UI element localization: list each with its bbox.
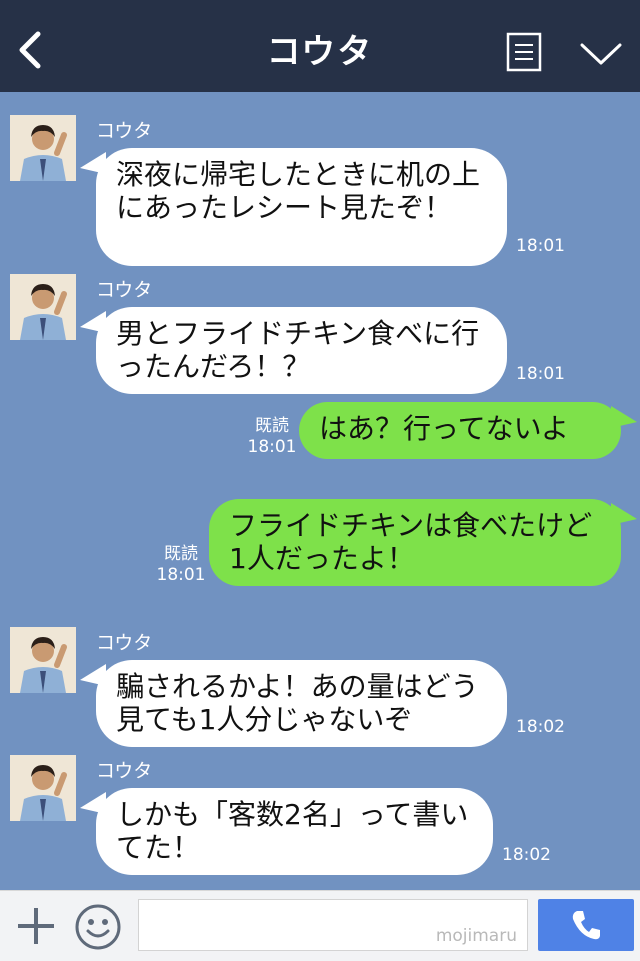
message-text: しかも「客数2名」って書いてた！ xyxy=(116,798,469,864)
read-status: 既読 18:01 xyxy=(154,544,208,586)
incoming-message-bubble[interactable]: しかも「客数2名」って書いてた！ xyxy=(80,788,493,875)
message-text: フライドチキンは食べたけど1人だったよ！ xyxy=(229,509,593,575)
person-icon xyxy=(10,627,76,693)
sender-name: コウタ xyxy=(96,760,153,782)
outgoing-message-bubble[interactable]: はあ？行ってないよ xyxy=(299,402,637,459)
chat-header: コウタ xyxy=(0,0,640,92)
avatar[interactable] xyxy=(10,274,76,340)
message-text: はあ？行ってないよ xyxy=(319,412,570,445)
message-text: 騙されるかよ！あの量はどう見ても1人分じゃないぞ xyxy=(116,670,479,736)
incoming-message-bubble[interactable]: 男とフライドチキン食べに行ったんだろ！？ xyxy=(80,307,507,394)
watermark: mojimaru xyxy=(435,926,517,946)
message-text: 男とフライドチキン食べに行ったんだろ！？ xyxy=(116,317,480,383)
call-button[interactable] xyxy=(538,899,634,951)
message-time: 18:01 xyxy=(516,364,565,384)
sender-name: コウタ xyxy=(96,632,153,654)
sender-name: コウタ xyxy=(96,120,153,142)
read-label: 既読 xyxy=(164,544,198,564)
input-bar: mojimaru xyxy=(0,890,640,961)
plus-icon[interactable] xyxy=(16,906,56,946)
message-time: 18:02 xyxy=(516,717,565,737)
chevron-down-icon[interactable] xyxy=(580,42,622,66)
emoji-icon[interactable] xyxy=(74,903,122,951)
message-time: 18:01 xyxy=(156,565,206,585)
chat-title: コウタ xyxy=(266,32,374,72)
incoming-message-bubble[interactable]: 騙されるかよ！あの量はどう見ても1人分じゃないぞ xyxy=(80,660,507,747)
person-icon xyxy=(10,115,76,181)
menu-list-icon[interactable] xyxy=(506,32,542,72)
sender-name: コウタ xyxy=(96,279,153,301)
message-time: 18:01 xyxy=(247,437,297,457)
avatar[interactable] xyxy=(10,627,76,693)
avatar[interactable] xyxy=(10,755,76,821)
read-status: 既読 18:01 xyxy=(246,416,298,458)
person-icon xyxy=(10,274,76,340)
phone-icon xyxy=(572,911,600,940)
avatar[interactable] xyxy=(10,115,76,181)
message-time: 18:02 xyxy=(502,845,551,865)
outgoing-message-bubble[interactable]: フライドチキンは食べたけど1人だったよ！ xyxy=(209,499,637,586)
incoming-message-bubble[interactable]: 深夜に帰宅したときに机の上にあったレシート見たぞ！ xyxy=(80,148,507,266)
message-time: 18:01 xyxy=(516,236,565,256)
person-icon xyxy=(10,755,76,821)
message-text: 深夜に帰宅したときに机の上にあったレシート見たぞ！ xyxy=(116,158,481,224)
read-label: 既読 xyxy=(255,416,289,436)
message-input[interactable]: mojimaru xyxy=(138,899,528,951)
